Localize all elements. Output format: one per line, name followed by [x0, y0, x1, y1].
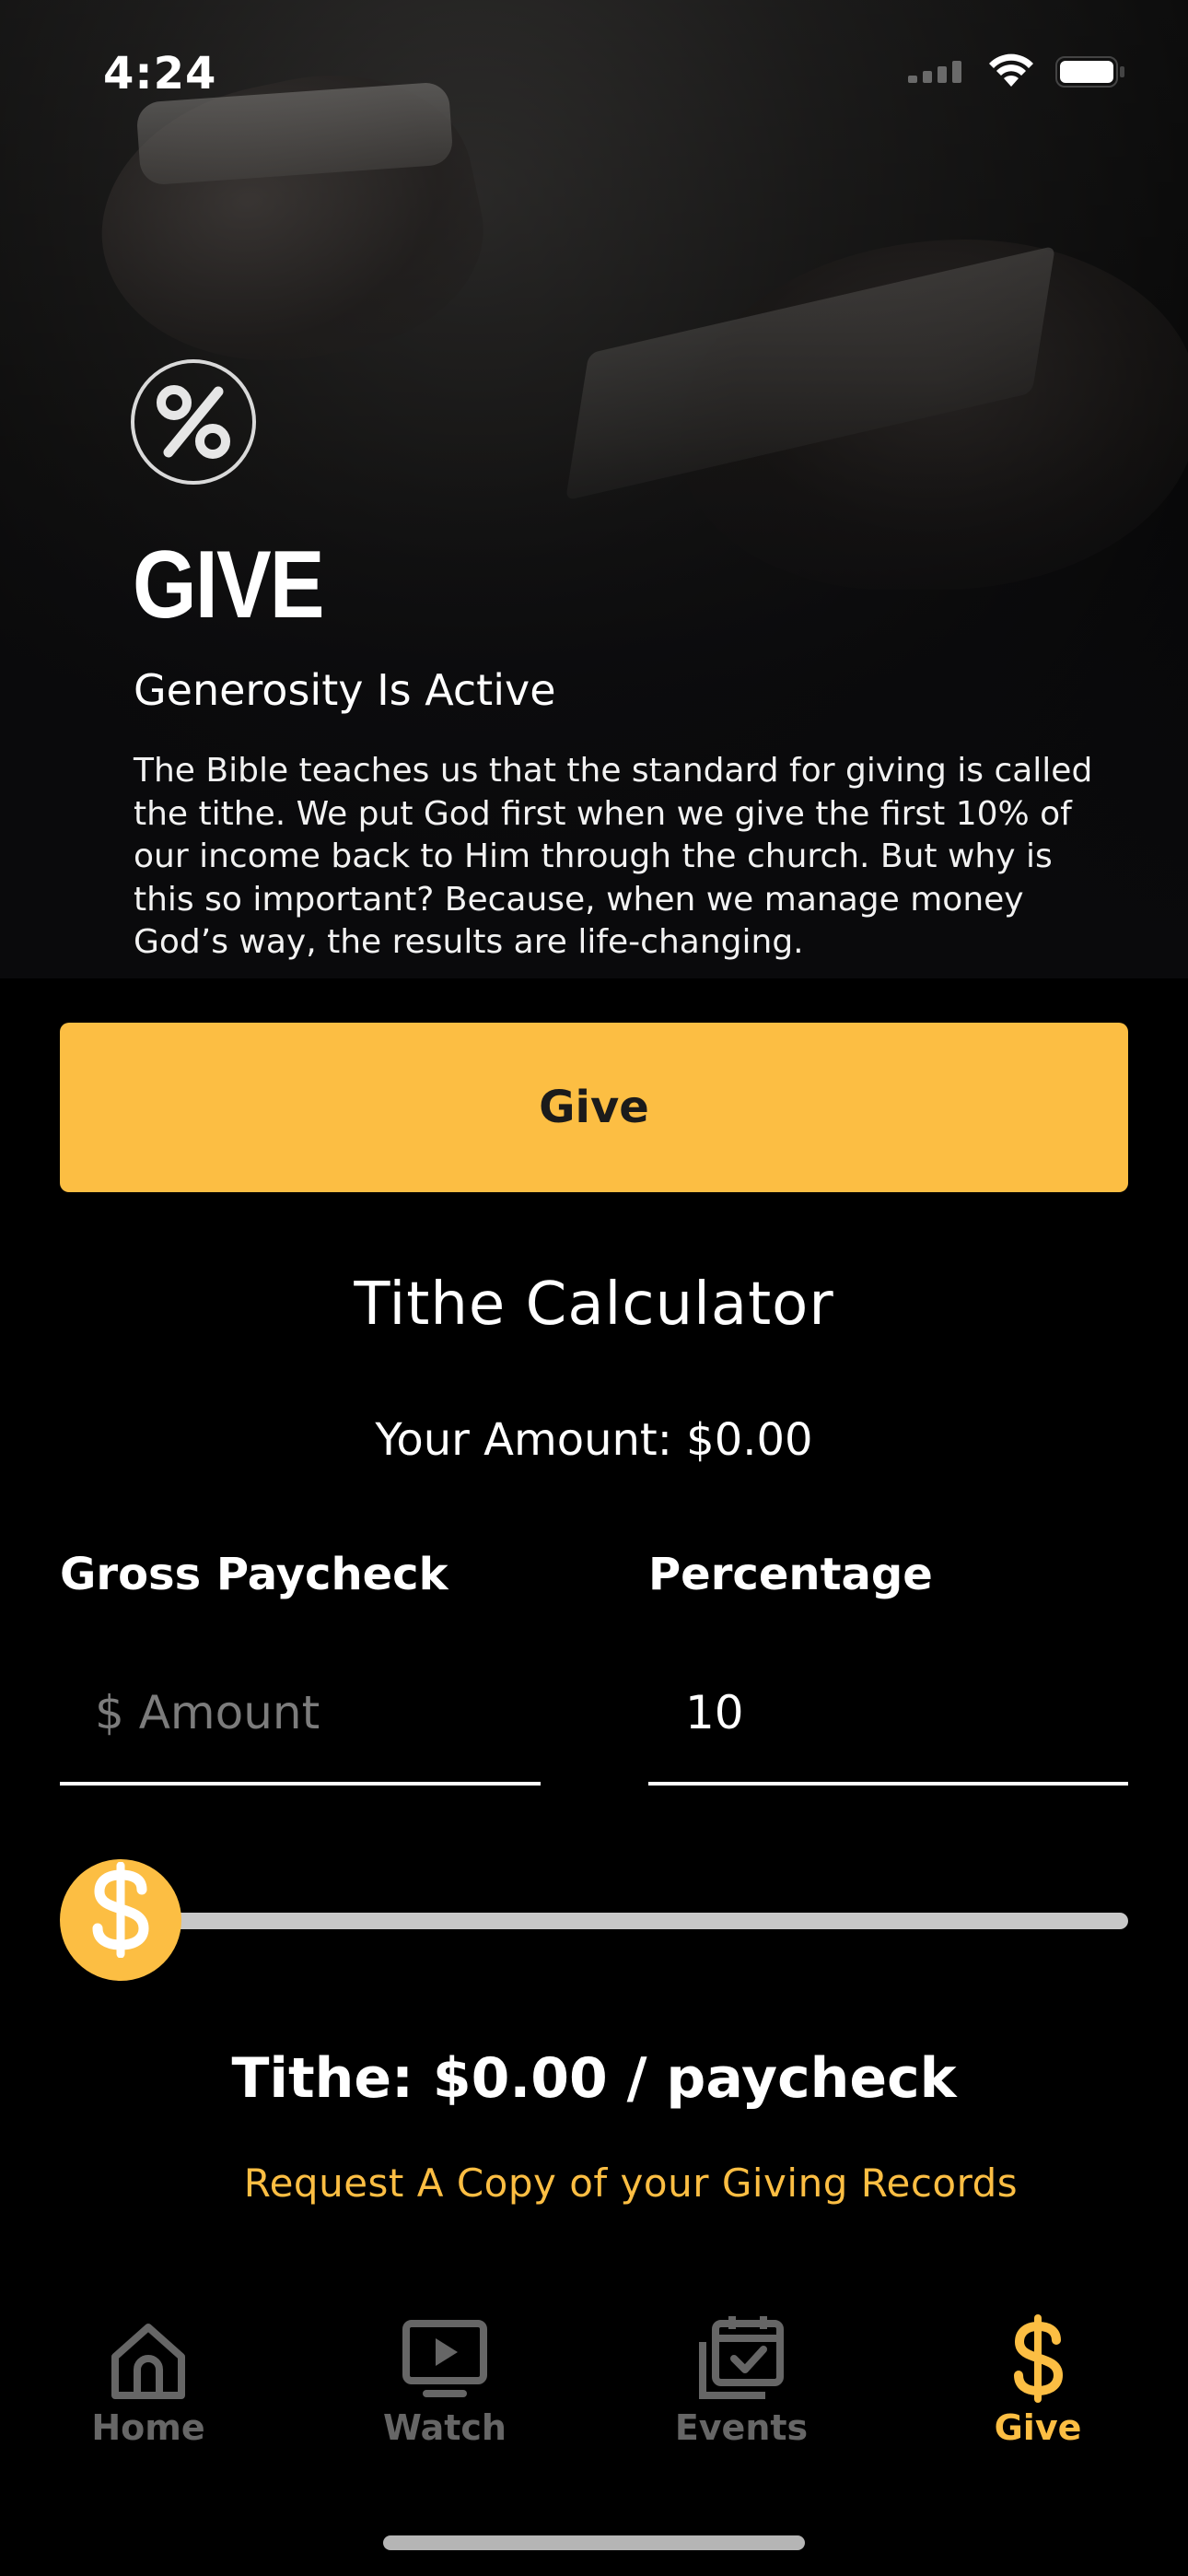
page-subtitle: Generosity Is Active	[134, 665, 556, 715]
gross-paycheck-label: Gross Paycheck	[60, 1549, 448, 1600]
status-time: 4:24	[103, 48, 217, 100]
percentage-field	[648, 1644, 1128, 1786]
percentage-label: Percentage	[648, 1549, 933, 1600]
tab-home-label: Home	[91, 2407, 205, 2448]
tab-home[interactable]: Home	[0, 2285, 297, 2451]
give-button-label: Give	[539, 1082, 649, 1133]
tithe-slider-thumb[interactable]	[60, 1859, 181, 1981]
video-icon	[399, 2313, 491, 2405]
home-indicator[interactable]	[383, 2535, 805, 2550]
percentage-input[interactable]	[648, 1686, 1128, 1739]
calendar-icon	[695, 2313, 787, 2405]
battery-icon	[1055, 56, 1125, 91]
tab-give[interactable]: Give	[890, 2285, 1186, 2451]
gross-paycheck-field	[60, 1644, 541, 1786]
tab-events-label: Events	[674, 2407, 809, 2448]
dollar-icon	[1010, 2313, 1066, 2405]
tab-events[interactable]: Events	[593, 2285, 890, 2451]
tithe-result: Tithe: $0.00 / paycheck	[231, 2046, 957, 2111]
status-icons	[908, 53, 1125, 94]
tab-bar: Home Watch Events Give	[0, 2285, 1188, 2451]
wifi-icon	[987, 53, 1035, 94]
tab-watch[interactable]: Watch	[297, 2285, 593, 2451]
signal-icon	[908, 61, 967, 87]
giving-records-link[interactable]: Request A Copy of your Giving Records	[0, 2156, 1188, 2211]
gross-paycheck-input[interactable]	[60, 1686, 541, 1739]
tab-watch-label: Watch	[383, 2407, 507, 2448]
give-button[interactable]: Give	[60, 1023, 1128, 1192]
tab-give-label: Give	[994, 2407, 1082, 2448]
intro-paragraph: The Bible teaches us that the standard f…	[134, 752, 1093, 961]
percent-icon	[131, 359, 256, 485]
page-title: GIVE	[133, 532, 325, 638]
your-amount-text: Your Amount: $0.00	[375, 1414, 813, 1466]
home-icon	[104, 2313, 192, 2405]
dollar-icon	[88, 1861, 153, 1979]
tithe-slider-track[interactable]	[147, 1913, 1128, 1929]
calculator-title: Tithe Calculator	[354, 1270, 834, 1339]
